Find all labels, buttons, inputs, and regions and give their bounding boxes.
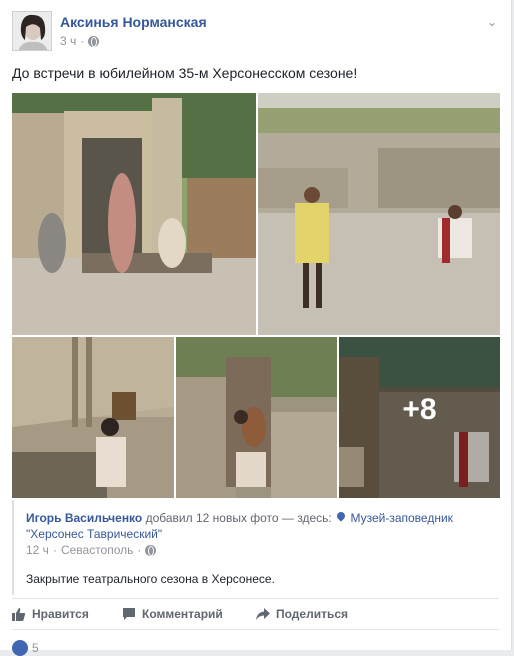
like-reaction-icon	[12, 640, 28, 656]
reactions-summary[interactable]: 5	[12, 640, 39, 656]
comment-icon	[123, 608, 135, 620]
post-meta: 3 ч ·	[60, 34, 100, 48]
like-label: Нравится	[32, 607, 89, 621]
photo-3[interactable]	[12, 337, 174, 498]
post-time[interactable]: 3 ч	[60, 34, 76, 48]
shared-added-text: добавил 12 новых фото — здесь:	[145, 511, 332, 525]
post-actions: Нравится Комментарий Поделиться	[12, 598, 499, 630]
meta-separator: ·	[80, 34, 85, 48]
shared-time[interactable]: 12 ч	[26, 543, 49, 557]
globe-icon[interactable]	[145, 544, 157, 556]
photo-4[interactable]	[176, 337, 337, 498]
photo-5-more[interactable]: +8	[339, 337, 500, 498]
shared-text: Закрытие театрального сезона в Херсонесе…	[26, 572, 275, 586]
map-pin-icon	[337, 512, 345, 523]
post-text: До встречи в юбилейном 35-м Херсонесском…	[12, 65, 358, 81]
shared-meta-separator: ·	[52, 543, 57, 557]
like-button[interactable]: Нравится	[12, 599, 89, 629]
shared-meta: 12 ч · Севастополь ·	[26, 543, 157, 557]
reactions-count: 5	[32, 641, 39, 655]
post-header: Аксинья Норманская 3 ч · ⌄	[12, 11, 499, 53]
globe-icon[interactable]	[88, 35, 100, 47]
shared-meta-separator-2: ·	[137, 543, 142, 557]
share-label: Поделиться	[276, 607, 349, 621]
comment-label: Комментарий	[142, 607, 223, 621]
photo-1[interactable]	[12, 93, 256, 335]
author-avatar[interactable]	[12, 11, 52, 51]
author-name[interactable]: Аксинья Норманская	[60, 14, 207, 30]
chevron-down-icon[interactable]: ⌄	[485, 15, 499, 29]
shared-post: Игорь Васильченко добавил 12 новых фото …	[12, 500, 500, 595]
shared-line: Игорь Васильченко добавил 12 новых фото …	[26, 510, 486, 542]
shared-location[interactable]: Севастополь	[61, 543, 133, 557]
comment-button[interactable]: Комментарий	[122, 599, 223, 629]
photo-2[interactable]	[258, 93, 500, 335]
share-button[interactable]: Поделиться	[256, 599, 348, 629]
share-icon	[256, 608, 270, 620]
photo-grid: +8	[12, 93, 500, 498]
shared-author[interactable]: Игорь Васильченко	[26, 511, 142, 525]
more-photos-count[interactable]: +8	[339, 393, 500, 427]
thumbs-up-icon	[12, 608, 26, 621]
post-card: Аксинья Норманская 3 ч · ⌄ До встречи в …	[0, 0, 512, 656]
